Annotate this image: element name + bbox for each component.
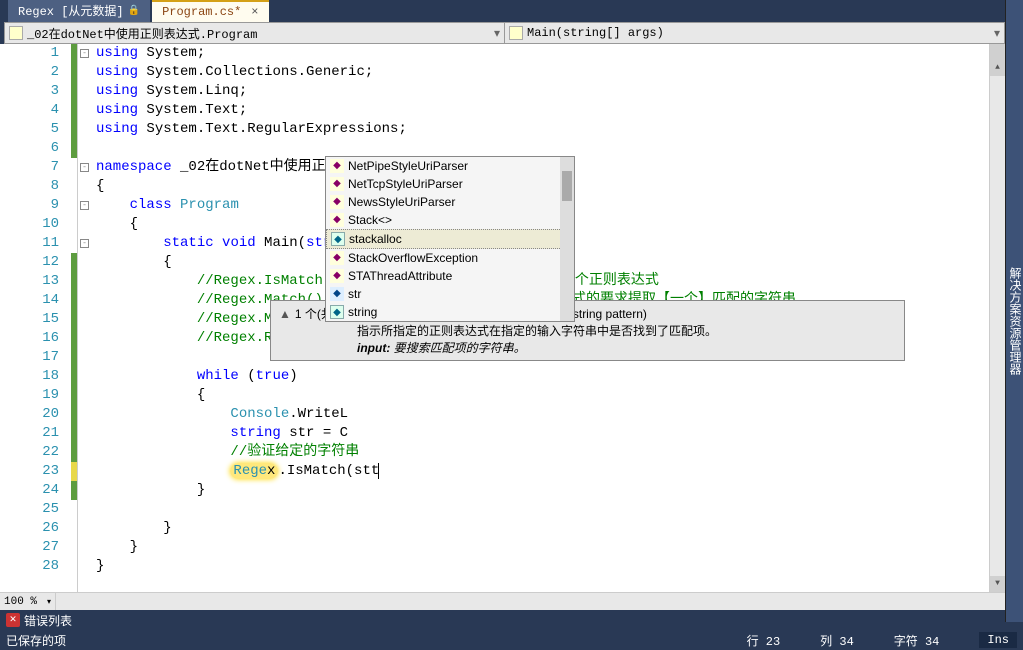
intellisense-popup[interactable]: ◆ NetPipeStyleUriParser ◆ NetTcpStyleUriPar… bbox=[325, 156, 575, 322]
status-bar: 已保存的项 行 23 列 34 字符 34 Ins bbox=[0, 630, 1023, 650]
completion-icon: ◆ bbox=[330, 213, 344, 227]
chevron-down-icon: ▾ bbox=[994, 26, 1000, 41]
error-list-panel[interactable]: ✕ 错误列表 bbox=[0, 610, 1023, 630]
intellisense-item[interactable]: ◆ StackOverflowException bbox=[326, 249, 574, 267]
completion-label: StackOverflowException bbox=[348, 251, 478, 265]
completion-label: stackalloc bbox=[349, 232, 402, 246]
completion-label: Stack<> bbox=[348, 213, 392, 227]
intellisense-item[interactable]: ◆ str bbox=[326, 285, 574, 303]
completion-icon: ◆ bbox=[330, 305, 344, 319]
tooltip-param-name: input: bbox=[357, 341, 390, 355]
signature-suffix: , string pattern) bbox=[566, 307, 647, 321]
tab-regex-metadata[interactable]: Regex [从元数据] 🔒 bbox=[8, 0, 150, 22]
horizontal-scrollbar-area: 100 % ▾ bbox=[0, 592, 1005, 610]
status-saved: 已保存的项 bbox=[6, 632, 66, 649]
method-icon bbox=[509, 26, 523, 40]
line-number-gutter: 1234567891011121314151617181920212223242… bbox=[0, 44, 78, 592]
completion-label: NewsStyleUriParser bbox=[348, 195, 455, 209]
nav-class-dropdown[interactable]: _02在dotNet中使用正则表达式.Program ▾ bbox=[5, 23, 505, 43]
solution-explorer-tab[interactable]: 解决方案资源管理器 bbox=[1005, 0, 1023, 622]
navigation-bar: _02在dotNet中使用正则表达式.Program ▾ Main(string… bbox=[4, 22, 1005, 44]
tab-program-cs[interactable]: Program.cs* × bbox=[152, 0, 268, 22]
status-char: 字符 34 bbox=[894, 632, 940, 649]
intellisense-item[interactable]: ◆ NetPipeStyleUriParser bbox=[326, 157, 574, 175]
zoom-dropdown[interactable]: 100 % ▾ bbox=[0, 593, 56, 610]
completion-label: string bbox=[348, 305, 377, 319]
status-ins-mode[interactable]: Ins bbox=[979, 632, 1017, 648]
completion-label: str bbox=[348, 287, 361, 301]
overload-up-icon[interactable]: ▲ bbox=[279, 307, 291, 321]
completion-label: NetTcpStyleUriParser bbox=[348, 177, 463, 191]
intellisense-item[interactable]: ◆ STAThreadAttribute bbox=[326, 267, 574, 285]
close-icon[interactable]: × bbox=[251, 5, 258, 19]
code-editor: 1234567891011121314151617181920212223242… bbox=[0, 44, 1005, 592]
lock-icon: 🔒 bbox=[128, 5, 140, 17]
completion-icon: ◆ bbox=[331, 232, 345, 246]
completion-icon: ◆ bbox=[330, 195, 344, 209]
tab-label: Program.cs* bbox=[162, 5, 241, 19]
intellisense-item[interactable]: ◆ stackalloc bbox=[326, 229, 574, 249]
completion-icon: ◆ bbox=[330, 251, 344, 265]
completion-icon: ◆ bbox=[330, 269, 344, 283]
intellisense-item[interactable]: ◆ string bbox=[326, 303, 574, 321]
completion-icon: ◆ bbox=[330, 287, 344, 301]
completion-label: STAThreadAttribute bbox=[348, 269, 452, 283]
error-list-label: 错误列表 bbox=[24, 612, 72, 629]
fold-column[interactable]: - - - - bbox=[78, 44, 92, 592]
zoom-value: 100 % bbox=[4, 596, 37, 608]
intellisense-item[interactable]: ◆ NetTcpStyleUriParser bbox=[326, 175, 574, 193]
tab-label: Regex [从元数据] bbox=[18, 2, 124, 19]
solution-explorer-label: 解决方案资源管理器 bbox=[1007, 267, 1021, 375]
intellisense-scrollbar[interactable] bbox=[560, 157, 574, 321]
tooltip-description: 指示所指定的正则表达式在指定的输入字符串中是否找到了匹配项。 bbox=[357, 322, 896, 339]
intellisense-item[interactable]: ◆ NewsStyleUriParser bbox=[326, 193, 574, 211]
intellisense-item[interactable]: ◆ Stack<> bbox=[326, 211, 574, 229]
status-line: 行 23 bbox=[747, 632, 781, 649]
completion-label: NetPipeStyleUriParser bbox=[348, 159, 468, 173]
completion-icon: ◆ bbox=[330, 159, 344, 173]
class-icon bbox=[9, 26, 23, 40]
completion-icon: ◆ bbox=[330, 177, 344, 191]
nav-class-label: _02在dotNet中使用正则表达式.Program bbox=[27, 25, 257, 42]
tooltip-param-desc: 要搜索匹配项的字符串。 bbox=[390, 341, 525, 355]
nav-member-label: Main(string[] args) bbox=[527, 26, 664, 40]
error-icon: ✕ bbox=[6, 613, 20, 627]
status-col: 列 34 bbox=[820, 632, 854, 649]
chevron-down-icon: ▾ bbox=[494, 26, 500, 41]
chevron-down-icon: ▾ bbox=[47, 597, 51, 607]
vertical-scrollbar[interactable]: ▲ ▼ bbox=[989, 44, 1005, 592]
tab-bar: Regex [从元数据] 🔒 Program.cs* × bbox=[0, 0, 1023, 22]
nav-member-dropdown[interactable]: Main(string[] args) ▾ bbox=[505, 23, 1004, 43]
